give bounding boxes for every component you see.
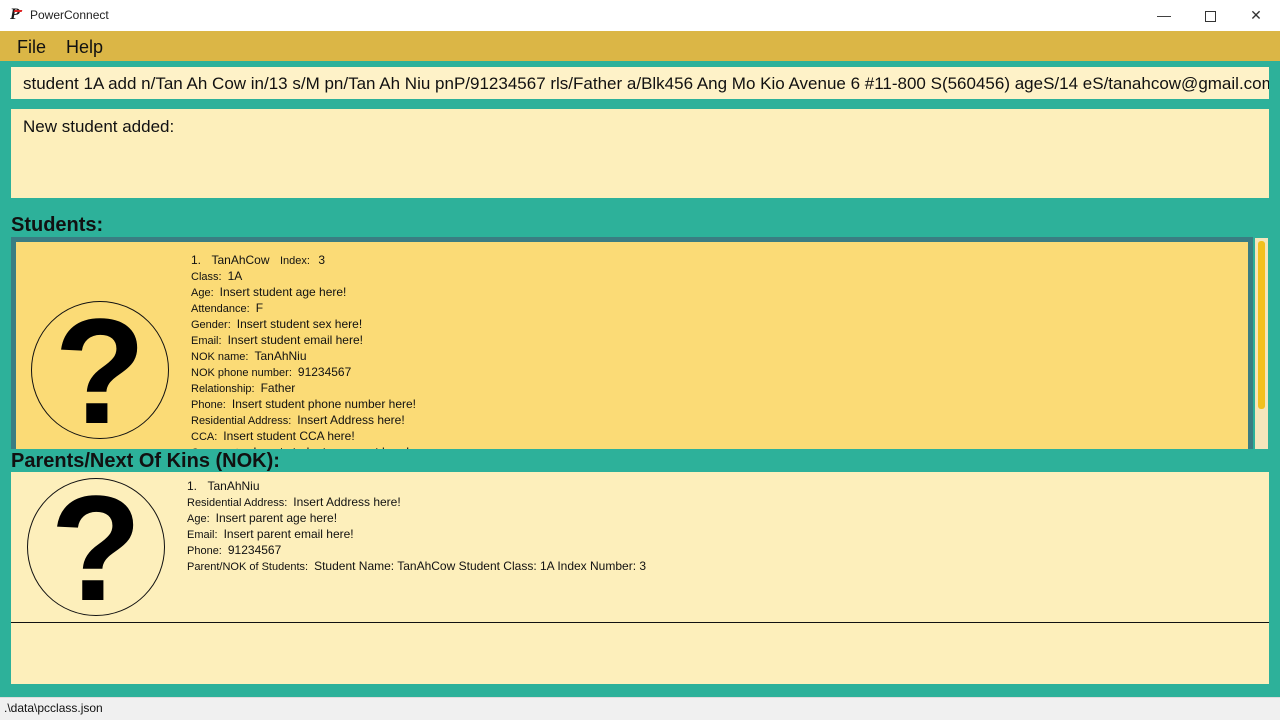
command-input-box[interactable]: student 1A add n/Tan Ah Cow in/13 s/M pn… bbox=[11, 67, 1269, 99]
question-mark-icon: ? bbox=[54, 301, 146, 439]
student-list[interactable]: ? 1. TanAhCow Index: 3 Class: 1A Age: Inser… bbox=[11, 237, 1253, 449]
student-field-row: CCA: Insert student CCA here! bbox=[191, 428, 416, 444]
question-mark-icon: ? bbox=[50, 478, 142, 616]
student-field-value: Insert student sex here! bbox=[236, 317, 363, 331]
student-field-label: Residential Address: bbox=[191, 415, 292, 427]
scrollbar-thumb[interactable] bbox=[1258, 241, 1265, 409]
student-field-value: Insert student CCA here! bbox=[223, 429, 355, 443]
app-logo-icon: P bbox=[10, 7, 24, 23]
nok-field-value: Insert parent email here! bbox=[223, 527, 354, 541]
student-field-row: Relationship: Father bbox=[191, 380, 416, 396]
student-header-row: 1. TanAhCow Index: 3 bbox=[191, 252, 416, 268]
student-number: 1. bbox=[191, 253, 202, 267]
minimize-button[interactable]: — bbox=[1141, 0, 1187, 31]
student-field-value: Insert Address here! bbox=[297, 413, 405, 427]
student-field-label: Comments: bbox=[191, 445, 247, 449]
student-field-label: Email: bbox=[191, 335, 222, 347]
student-field-value: Father bbox=[260, 381, 296, 395]
student-field-label: Gender: bbox=[191, 319, 231, 331]
nok-field-value: Student Name: TanAhCow Student Class: 1A… bbox=[314, 559, 647, 573]
nok-field-row: Age: Insert parent age here! bbox=[187, 510, 646, 526]
nok-field-row: Phone: 91234567 bbox=[187, 542, 646, 558]
nok-field-value: Insert Address here! bbox=[293, 495, 401, 509]
student-field-value: 1A bbox=[227, 269, 243, 283]
student-field-value: Insert student comment here! bbox=[253, 444, 409, 449]
nok-field-row: Residential Address: Insert Address here! bbox=[187, 494, 646, 510]
student-index-label: Index: bbox=[279, 255, 310, 267]
student-field-label: Age: bbox=[191, 287, 214, 299]
student-field-label: Attendance: bbox=[191, 303, 250, 315]
nok-name: TanAhNiu bbox=[207, 479, 260, 493]
student-field-value: Insert student age here! bbox=[219, 285, 347, 299]
student-field-label: NOK phone number: bbox=[191, 367, 292, 379]
student-field-row: Residential Address: Insert Address here! bbox=[191, 412, 416, 428]
student-field-label: Class: bbox=[191, 271, 222, 283]
student-field-row: Gender: Insert student sex here! bbox=[191, 316, 416, 332]
student-field-label: Phone: bbox=[191, 399, 226, 411]
student-card[interactable]: ? 1. TanAhCow Index: 3 Class: 1A Age: Inser… bbox=[16, 242, 1248, 449]
student-field-label: NOK name: bbox=[191, 351, 249, 363]
student-field-row: Age: Insert student age here! bbox=[191, 284, 416, 300]
result-text: New student added: bbox=[23, 117, 175, 136]
student-field-row: NOK phone number: 91234567 bbox=[191, 364, 416, 380]
nok-card[interactable]: ? 1. TanAhNiu Residential Address: Insert… bbox=[11, 472, 1269, 623]
nok-field-label: Email: bbox=[187, 529, 218, 541]
command-input[interactable]: student 1A add n/Tan Ah Cow in/13 s/M pn… bbox=[23, 74, 1269, 94]
nok-field-label: Age: bbox=[187, 513, 210, 525]
student-field-label: Relationship: bbox=[191, 383, 255, 395]
maximize-icon bbox=[1204, 11, 1216, 22]
student-name: TanAhCow bbox=[211, 253, 270, 267]
menu-file[interactable]: File bbox=[17, 37, 46, 58]
result-display: New student added: bbox=[11, 109, 1269, 198]
nok-field-value: 91234567 bbox=[227, 543, 282, 557]
nok-field-label: Phone: bbox=[187, 545, 222, 557]
menu-bar: File Help bbox=[0, 31, 1280, 61]
student-field-row: Phone: Insert student phone number here! bbox=[191, 396, 416, 412]
student-field-label: CCA: bbox=[191, 431, 218, 443]
title-bar: P PowerConnect — ✕ bbox=[0, 0, 1280, 32]
nok-field-label: Parent/NOK of Students: bbox=[187, 561, 309, 573]
student-field-value: Insert student phone number here! bbox=[231, 397, 416, 411]
student-field-row: NOK name: TanAhNiu bbox=[191, 348, 416, 364]
nok-details: 1. TanAhNiu Residential Address: Insert A… bbox=[187, 478, 646, 574]
student-field-value: F bbox=[255, 301, 264, 315]
student-field-row: Attendance: F bbox=[191, 300, 416, 316]
nok-number: 1. bbox=[187, 479, 198, 493]
student-list-scrollbar[interactable] bbox=[1255, 238, 1268, 449]
nok-list[interactable]: ? 1. TanAhNiu Residential Address: Insert… bbox=[11, 472, 1269, 684]
close-button[interactable]: ✕ bbox=[1233, 0, 1279, 31]
nok-avatar: ? bbox=[27, 478, 165, 616]
maximize-button[interactable] bbox=[1187, 0, 1233, 31]
students-heading: Students: bbox=[11, 214, 104, 236]
student-field-value: 91234567 bbox=[297, 365, 352, 379]
nok-field-label: Residential Address: bbox=[187, 497, 288, 509]
nok-field-row: Email: Insert parent email here! bbox=[187, 526, 646, 542]
save-location: .\data\pcclass.json bbox=[4, 701, 103, 715]
nok-header-row: 1. TanAhNiu bbox=[187, 478, 646, 494]
student-field-row: Class: 1A bbox=[191, 268, 416, 284]
student-index: 3 bbox=[318, 253, 326, 267]
student-avatar: ? bbox=[31, 301, 169, 439]
nok-field-value: Insert parent age here! bbox=[215, 511, 338, 525]
student-field-value: Insert student email here! bbox=[227, 333, 363, 347]
nok-heading: Parents/Next Of Kins (NOK): bbox=[11, 450, 280, 472]
window-title: PowerConnect bbox=[30, 8, 109, 22]
student-field-value: TanAhNiu bbox=[254, 349, 307, 363]
status-bar: .\data\pcclass.json bbox=[0, 697, 1280, 720]
nok-field-row: Parent/NOK of Students: Student Name: Tan… bbox=[187, 558, 646, 574]
menu-help[interactable]: Help bbox=[66, 37, 103, 58]
student-field-row: Email: Insert student email here! bbox=[191, 332, 416, 348]
student-details: 1. TanAhCow Index: 3 Class: 1A Age: Insert … bbox=[191, 252, 416, 449]
student-field-row: Comments: Insert student comment here! bbox=[191, 444, 416, 449]
